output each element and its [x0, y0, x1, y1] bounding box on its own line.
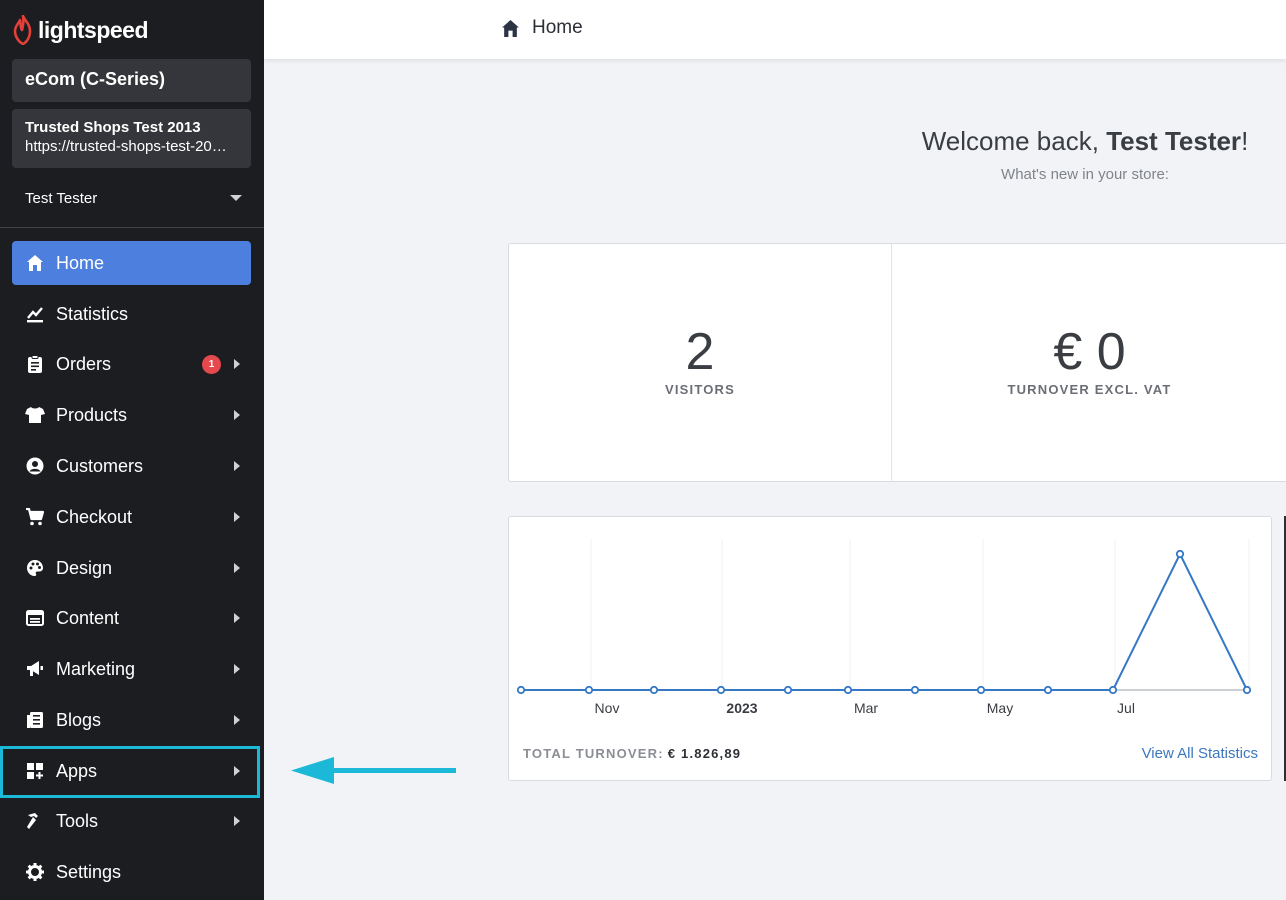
- welcome-user-name: Test Tester: [1106, 126, 1242, 156]
- statistics-icon: [25, 304, 45, 324]
- chevron-right-icon: [234, 715, 240, 725]
- user-circle-icon: [25, 456, 45, 476]
- sidebar-item-blogs[interactable]: Blogs: [12, 698, 251, 742]
- sidebar-item-customers[interactable]: Customers: [12, 444, 251, 488]
- palette-icon: [25, 558, 45, 578]
- data-point[interactable]: [1043, 685, 1053, 695]
- user-name: Test Tester: [25, 189, 98, 207]
- total-turnover: TOTAL TURNOVER: € 1.826,89: [523, 746, 741, 761]
- sidebar-item-home[interactable]: Home: [12, 241, 251, 285]
- user-menu[interactable]: Test Tester: [12, 186, 251, 210]
- chevron-down-icon: [230, 195, 242, 201]
- content-icon: [25, 608, 45, 628]
- sidebar-item-label: Products: [56, 404, 128, 425]
- view-all-statistics-link[interactable]: View All Statistics: [1142, 745, 1258, 762]
- sidebar-item-label: Design: [56, 557, 113, 578]
- data-point[interactable]: [1175, 549, 1185, 559]
- chevron-right-icon: [234, 816, 240, 826]
- welcome-heading: Welcome back, Test Tester!: [900, 126, 1270, 157]
- sidebar-item-content[interactable]: Content: [12, 596, 251, 640]
- turnover-chart-card: Nov 2023 Mar May Jul TOTAL TURNOVER: € 1.826,…: [508, 516, 1272, 781]
- sidebar-item-label: Customers: [56, 455, 144, 476]
- data-point[interactable]: [843, 685, 853, 695]
- welcome-subtitle: What's new in your store:: [1001, 166, 1169, 183]
- blog-icon: [25, 710, 45, 730]
- data-point[interactable]: [1108, 685, 1118, 695]
- total-turnover-label: TOTAL TURNOVER:: [523, 746, 664, 761]
- sidebar-item-label: Checkout: [56, 506, 133, 527]
- turnover-chart: Nov 2023 Mar May Jul: [516, 539, 1252, 716]
- apps-highlight-frame: [0, 746, 260, 798]
- chevron-right-icon: [234, 613, 240, 623]
- chevron-right-icon: [234, 512, 240, 522]
- x-tick-label: Jul: [1117, 700, 1135, 716]
- sidebar-item-orders[interactable]: Orders 1: [12, 342, 251, 386]
- shop-name: Trusted Shops Test 2013: [25, 119, 201, 136]
- turnover-value: € 0: [1053, 323, 1126, 381]
- home-icon: [25, 253, 45, 273]
- sidebar-item-label: Orders: [56, 353, 112, 374]
- gear-icon: [25, 862, 45, 882]
- sidebar-item-label: Tools: [56, 810, 99, 831]
- cart-icon: [25, 507, 45, 527]
- data-point[interactable]: [976, 685, 986, 695]
- lightspeed-logo[interactable]: lightspeed: [12, 14, 149, 46]
- top-bar: Home: [264, 0, 1286, 59]
- shop-url: https://trusted-shops-test-20…: [25, 138, 227, 155]
- data-point[interactable]: [910, 685, 920, 695]
- turnover-label: TURNOVER EXCL. VAT: [1007, 382, 1172, 397]
- welcome-prefix: Welcome back,: [921, 126, 1107, 156]
- data-point[interactable]: [1242, 685, 1252, 695]
- welcome-suffix: !: [1241, 126, 1249, 156]
- sidebar-item-label: Home: [56, 252, 105, 273]
- chevron-right-icon: [234, 664, 240, 674]
- tshirt-icon: [25, 405, 45, 425]
- stats-panel: 2 VISITORS € 0 TURNOVER EXCL. VAT: [508, 243, 1286, 482]
- breadcrumb-home[interactable]: Home: [532, 17, 583, 39]
- data-point[interactable]: [516, 685, 526, 695]
- sidebar-item-label: Marketing: [56, 658, 136, 679]
- turnover-card[interactable]: € 0 TURNOVER EXCL. VAT: [893, 244, 1286, 481]
- sidebar-item-label: Statistics: [56, 303, 129, 324]
- chevron-right-icon: [234, 461, 240, 471]
- x-tick-label: Nov: [595, 700, 620, 716]
- sidebar-item-label: Blogs: [56, 709, 102, 730]
- sidebar-item-design[interactable]: Design: [12, 546, 251, 590]
- data-point[interactable]: [783, 685, 793, 695]
- sidebar-item-statistics[interactable]: Statistics: [12, 292, 251, 336]
- visitors-card[interactable]: 2 VISITORS: [509, 244, 892, 481]
- data-point[interactable]: [649, 685, 659, 695]
- x-tick-label: Mar: [854, 700, 878, 716]
- hammer-icon: [25, 811, 45, 831]
- data-point[interactable]: [584, 685, 594, 695]
- megaphone-icon: [25, 659, 45, 679]
- arrow-left-icon: [291, 757, 456, 784]
- product-switcher[interactable]: eCom (C-Series): [12, 59, 251, 102]
- chevron-right-icon: [234, 410, 240, 420]
- turnover-series-line: [521, 551, 1248, 691]
- shop-switcher[interactable]: Trusted Shops Test 2013 https://trusted-…: [12, 109, 251, 168]
- clipboard-icon: [25, 354, 45, 374]
- visitors-value: 2: [685, 323, 715, 381]
- sidebar-item-tools[interactable]: Tools: [12, 799, 251, 843]
- breadcrumb: Home: [501, 17, 583, 39]
- sidebar-item-label: Settings: [56, 861, 122, 882]
- chevron-right-icon: [234, 563, 240, 573]
- visitors-label: VISITORS: [664, 382, 736, 397]
- x-tick-label: 2023: [726, 700, 757, 716]
- home-icon: [502, 19, 519, 37]
- total-turnover-value: € 1.826,89: [667, 746, 742, 761]
- sidebar-item-checkout[interactable]: Checkout: [12, 495, 251, 539]
- orders-badge: 1: [202, 354, 221, 374]
- flame-icon: [13, 15, 32, 45]
- data-point[interactable]: [716, 685, 726, 695]
- sidebar-item-products[interactable]: Products: [12, 393, 251, 437]
- sidebar-divider: [0, 227, 264, 228]
- sidebar-item-marketing[interactable]: Marketing: [12, 647, 251, 691]
- chevron-right-icon: [234, 359, 240, 369]
- brand-name: lightspeed: [38, 16, 149, 43]
- sidebar-item-settings[interactable]: Settings: [12, 850, 251, 894]
- sidebar-item-label: Content: [56, 607, 120, 628]
- x-tick-label: May: [987, 700, 1013, 716]
